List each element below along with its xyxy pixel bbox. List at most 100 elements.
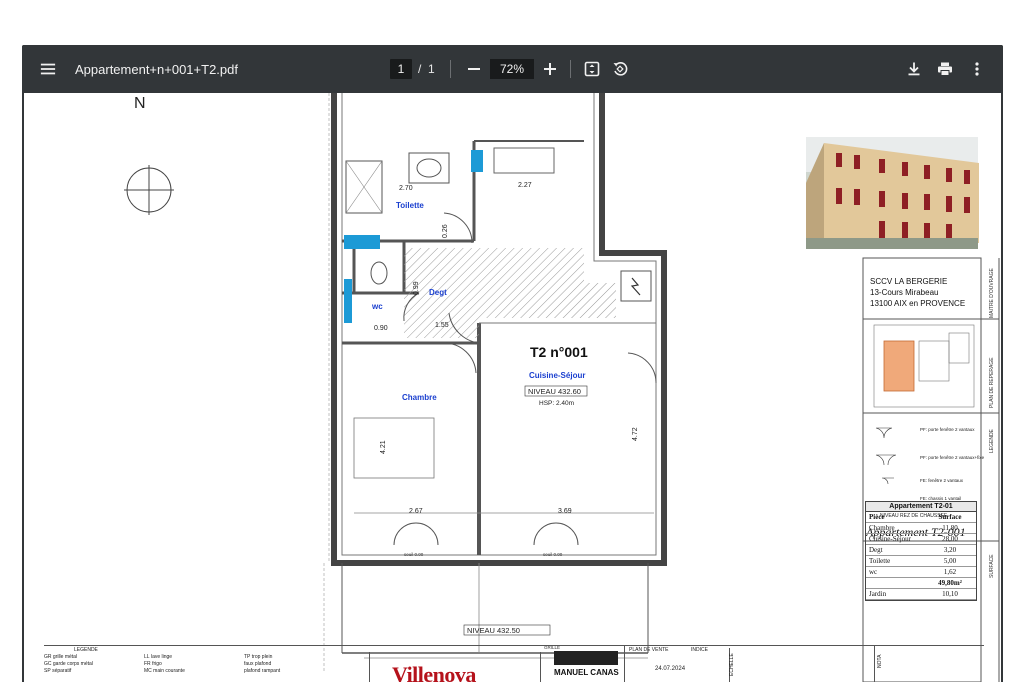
surface-table: Appartement T2-01 Pièce Surface Chambre …	[865, 501, 977, 601]
table-row: Toilette 5,00	[866, 556, 976, 567]
table-row: wc 1,62	[866, 567, 976, 578]
rotate-icon	[613, 62, 628, 76]
zoom-input[interactable]: 72%	[490, 59, 534, 79]
code-item: TP trop plein	[244, 654, 273, 660]
legende-title: LEGENDE	[74, 647, 98, 653]
hsp-label: HSP: 2.40m	[539, 400, 574, 407]
dim-label: 3.69	[558, 508, 572, 515]
download-button[interactable]	[902, 57, 926, 81]
code-item: FR frigo	[144, 661, 162, 667]
table-header-row: Pièce Surface	[866, 512, 976, 523]
table-cell: 1,62	[943, 568, 957, 576]
seuil-label: seuil 0.00	[404, 552, 424, 557]
table-cell: Chambre	[869, 524, 895, 532]
table-cell: 28,00	[942, 535, 958, 543]
surface-table-title: Appartement T2-01	[866, 502, 976, 512]
pdf-toolbar: Appartement+n+001+T2.pdf 1 / 1 72%	[22, 45, 1003, 93]
legend-item: PF: porte fenêtre 2 vantaux	[920, 427, 975, 432]
note-box: NOTA	[874, 646, 985, 682]
toolbar-divider	[450, 60, 451, 78]
villenova-logo: Villenova	[392, 662, 476, 682]
rotate-button[interactable]	[608, 57, 632, 81]
north-label: N	[134, 95, 146, 112]
page-separator: /	[418, 62, 422, 76]
dim-label: 0.90	[374, 325, 388, 332]
legend-item: FE: fenêtre 2 vantaux	[920, 478, 964, 483]
code-item: LL lave linge	[144, 654, 173, 660]
code-item: GC garde corps métal	[44, 661, 93, 667]
room-label-degt: Degt	[429, 288, 447, 297]
code-item: plafond rampant	[244, 668, 281, 674]
client-line: 13-Cours Mirabeau	[870, 288, 938, 297]
side-label: LEGENDE	[989, 428, 995, 453]
dim-label: 2.67	[409, 508, 423, 515]
indice-label: INDICE	[691, 647, 708, 653]
table-cell: wc	[869, 568, 878, 576]
total-pages: 1	[428, 62, 435, 76]
niveau-label: NIVEAU 432.60	[528, 387, 581, 396]
bed	[353, 417, 435, 479]
menu-button[interactable]	[36, 57, 60, 81]
print-button[interactable]	[933, 57, 957, 81]
location-mini-plan	[873, 324, 975, 408]
legend-item: PF: porte fenêtre 2 vantaux+fixe	[920, 455, 985, 460]
bottom-legend-strip: LEGENDE GR grille métal LL lave linge TP…	[44, 645, 984, 682]
dim-label: 2.70	[399, 185, 413, 192]
table-row: Jardin 10,10	[866, 589, 976, 600]
table-row: Chambre 11,80	[866, 523, 976, 534]
apartment-plan-title: T2 n°001	[530, 344, 588, 360]
table-row: Degt 3,20	[866, 545, 976, 556]
plan-de-vente-label: PLAN DE VENTE	[629, 647, 669, 653]
fit-page-icon	[584, 61, 600, 77]
current-page-input[interactable]: 1	[390, 59, 412, 79]
pdf-page: N Toilette wc Degt Chambre T2 n°001 Cuis…	[24, 93, 1001, 682]
table-cell: 10,10	[942, 590, 958, 598]
table-total: 49,80m²	[938, 579, 962, 587]
client-line: SCCV LA BERGERIE	[870, 277, 947, 286]
plan-info: PLAN DE VENTE INDICE 24.07.2024 ECHELLE	[624, 646, 775, 682]
plus-icon	[544, 63, 556, 75]
side-label: MAITRE D'OUVRAGE	[989, 267, 995, 318]
dim-label: 0.26	[442, 224, 449, 238]
table-cell: Toilette	[869, 557, 891, 565]
architect-name: MANUEL CANAS	[554, 668, 619, 677]
side-label: SURFACE	[989, 554, 995, 578]
compass-icon	[124, 165, 174, 215]
dim-label: 1.55	[435, 322, 449, 329]
echelle-label: ECHELLE	[729, 653, 735, 676]
page-count: / 1	[418, 59, 435, 79]
code-item: faux plafond	[244, 661, 272, 667]
download-icon	[908, 62, 920, 76]
side-label: PLAN DE REPERAGE	[989, 357, 995, 408]
room-label-wc: wc	[371, 302, 383, 311]
pdf-viewer-window: Appartement+n+001+T2.pdf 1 / 1 72% N Toi…	[22, 45, 1003, 682]
document-title: Appartement+n+001+T2.pdf	[75, 61, 238, 77]
zoom-in-button[interactable]	[538, 57, 562, 81]
table-row: Cuisine-Séjour 28,00	[866, 534, 976, 545]
fit-to-page-button[interactable]	[580, 57, 604, 81]
building-photo	[806, 137, 979, 249]
table-cell: 11,80	[942, 524, 958, 532]
dim-label: 4.72	[632, 427, 639, 441]
menu-icon	[40, 63, 56, 75]
room-label-chambre: Chambre	[402, 393, 437, 402]
table-cell: 5,00	[943, 557, 957, 565]
table-total-row: 49,80m²	[866, 578, 976, 589]
more-vert-icon	[975, 62, 979, 76]
client-line: 13100 AIX en PROVENCE	[870, 299, 965, 308]
toolbar-divider	[570, 60, 571, 78]
room-label-cuisine-sejour: Cuisine-Séjour	[529, 371, 585, 380]
table-cell: Cuisine-Séjour	[869, 535, 911, 543]
more-actions-button[interactable]	[965, 57, 989, 81]
seuil-label: seuil 0.00	[543, 552, 563, 557]
code-item: GR grille métal	[44, 654, 78, 660]
dim-label: 2.27	[518, 182, 532, 189]
plan-date: 24.07.2024	[655, 666, 686, 672]
zoom-out-button[interactable]	[462, 57, 486, 81]
minus-icon	[468, 68, 480, 70]
code-legend: GR grille métal LL lave linge TP trop pl…	[44, 654, 344, 674]
code-item: SP séparatif	[44, 668, 72, 674]
dim-label: 0.99	[413, 281, 420, 295]
floor-plan-drawing: N Toilette wc Degt Chambre T2 n°001 Cuis…	[124, 93, 1000, 682]
nota-label: NOTA	[877, 654, 883, 668]
